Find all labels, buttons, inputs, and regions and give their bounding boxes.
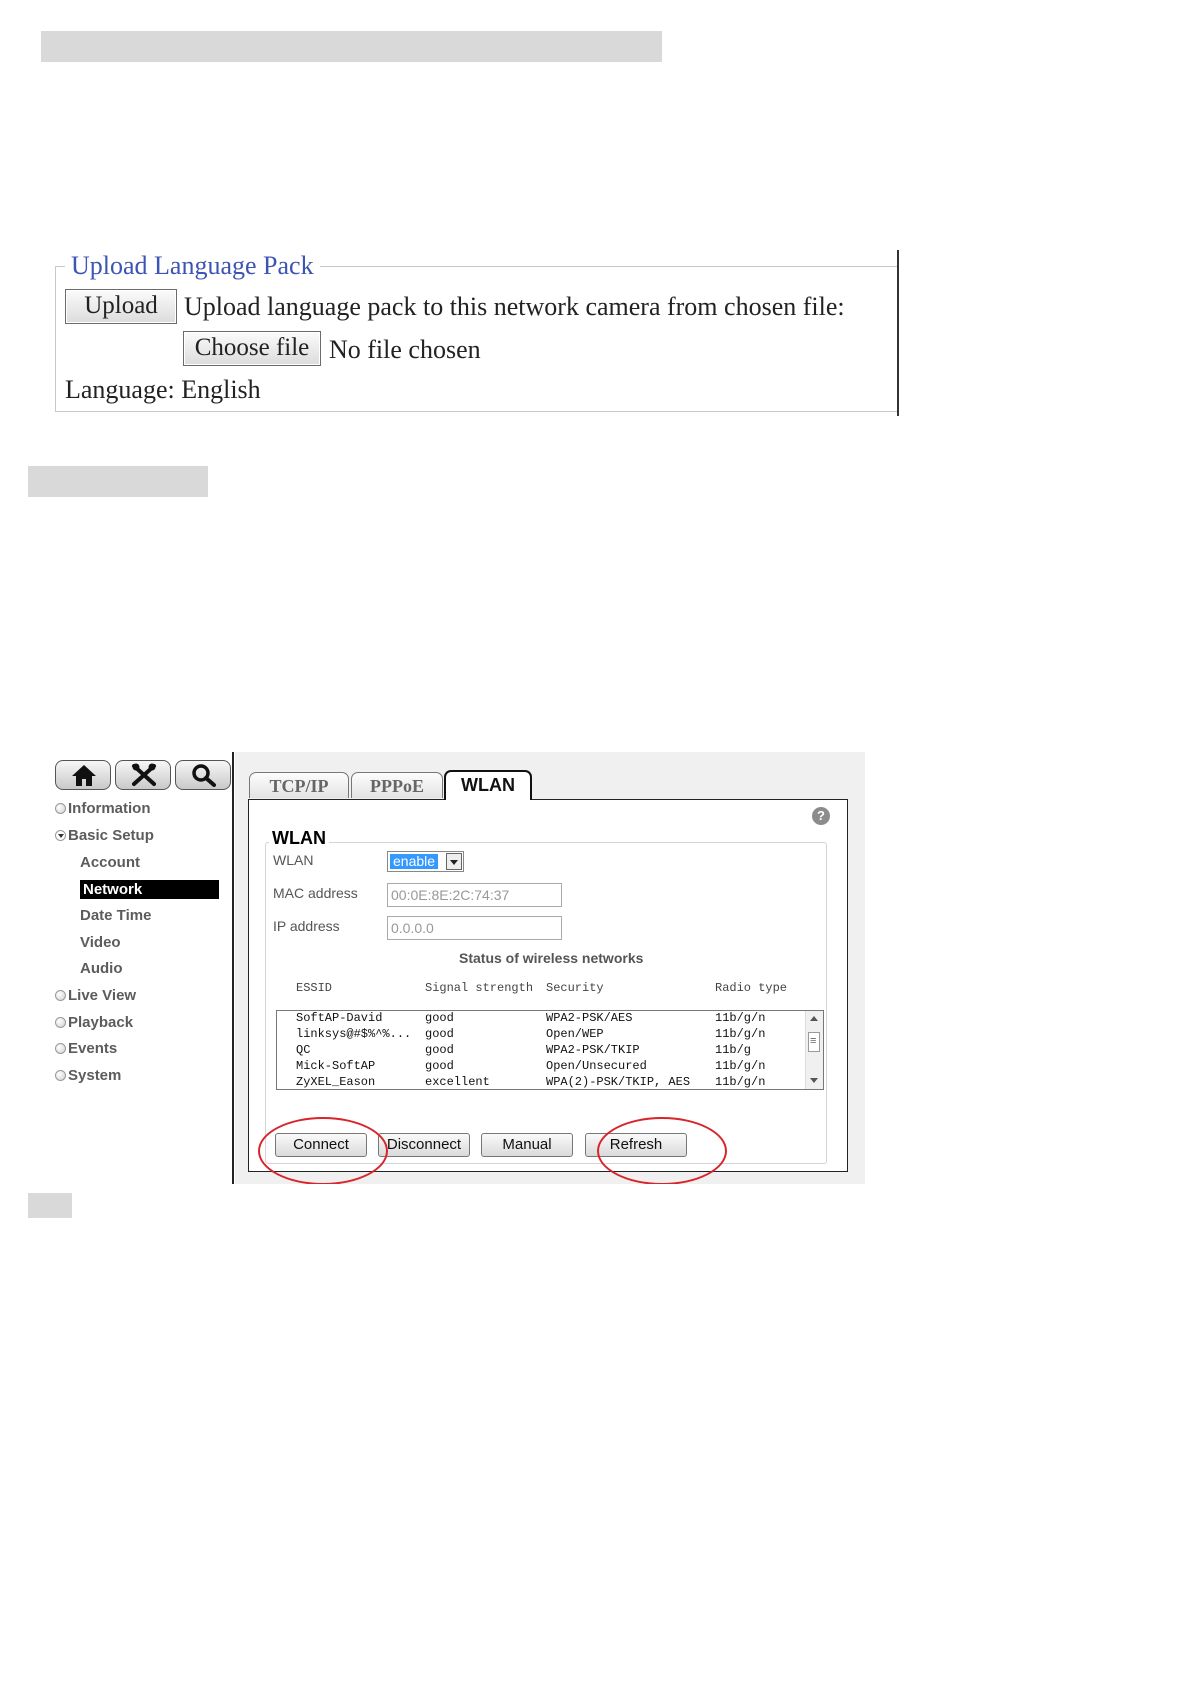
signal-cell: good — [425, 1011, 454, 1025]
radio-cell: 11b/g/n — [715, 1027, 766, 1041]
nav-playback[interactable]: Playback — [55, 1014, 133, 1031]
file-status: No file chosen — [329, 335, 481, 364]
essid-cell: linksys@#$%^%... — [296, 1027, 412, 1041]
nav-events[interactable]: Events — [55, 1040, 117, 1057]
list-scrollbar[interactable] — [805, 1011, 823, 1089]
radio-icon — [55, 1070, 66, 1081]
radio-icon — [55, 803, 66, 814]
ip-address-label: IP address — [273, 918, 340, 934]
tab-wlan[interactable]: WLAN — [444, 770, 532, 800]
nav-system-label: System — [68, 1067, 122, 1084]
sidebar-divider — [232, 752, 234, 1184]
disconnect-button[interactable]: Disconnect — [378, 1133, 470, 1157]
expanded-icon — [55, 830, 66, 841]
camera-wlan-figure: Information Basic Setup Account Network … — [45, 752, 865, 1184]
header-bar-middle — [28, 466, 208, 497]
nav-video[interactable]: Video — [80, 934, 121, 951]
header-bar-bottom — [28, 1193, 72, 1218]
essid-cell: Mick-SoftAP — [296, 1059, 376, 1073]
radio-cell: 11b/g — [715, 1043, 752, 1057]
wlan-select[interactable]: enable — [387, 851, 464, 872]
radio-cell: 11b/g/n — [715, 1075, 766, 1089]
choose-file-button[interactable]: Choose file — [183, 331, 321, 366]
nav-live-view-label: Live View — [68, 987, 137, 1004]
tab-tcp-ip[interactable]: TCP/IP — [249, 772, 349, 798]
search-button[interactable] — [175, 760, 231, 790]
header-bar-top — [41, 31, 662, 62]
scroll-down-icon[interactable] — [810, 1078, 818, 1083]
ip-address-field[interactable]: 0.0.0.0 — [387, 916, 562, 940]
security-cell: Open/WEP — [546, 1027, 604, 1041]
nav-live-view[interactable]: Live View — [55, 987, 136, 1004]
tools-button[interactable] — [115, 760, 171, 790]
column-signal-strength: Signal strength — [425, 981, 534, 995]
list-item[interactable]: QC good WPA2-PSK/TKIP 11b/g — [277, 1043, 807, 1059]
column-radio-type: Radio type — [715, 981, 788, 995]
signal-cell: good — [425, 1027, 454, 1041]
upload-description: Upload language pack to this network cam… — [184, 292, 845, 321]
wireless-status-title: Status of wireless networks — [459, 950, 644, 966]
nav-date-time[interactable]: Date Time — [80, 907, 151, 924]
scroll-up-icon[interactable] — [810, 1016, 818, 1021]
wlan-panel: ? WLAN WLAN enable MAC address 00:0E:8E:… — [248, 799, 848, 1172]
radio-icon — [55, 1017, 66, 1028]
nav-basic-setup[interactable]: Basic Setup — [55, 827, 154, 844]
language-line: Language: English — [65, 375, 261, 404]
nav-information[interactable]: Information — [55, 800, 151, 817]
tab-pppoe[interactable]: PPPoE — [351, 772, 443, 798]
upload-language-pack-figure: Upload Language Pack Upload Upload langu… — [55, 250, 899, 416]
refresh-button[interactable]: Refresh — [585, 1133, 687, 1157]
nav-network[interactable]: Network — [80, 880, 219, 899]
essid-cell: QC — [296, 1043, 311, 1057]
home-icon — [72, 765, 96, 786]
radio-cell: 11b/g/n — [715, 1011, 766, 1025]
nav-account[interactable]: Account — [80, 854, 140, 871]
upload-button[interactable]: Upload — [65, 289, 177, 324]
manual-button[interactable]: Manual — [481, 1133, 573, 1157]
signal-cell: good — [425, 1059, 454, 1073]
tools-icon — [132, 763, 156, 786]
radio-cell: 11b/g/n — [715, 1059, 766, 1073]
help-icon[interactable]: ? — [812, 807, 830, 825]
scroll-thumb[interactable] — [808, 1032, 820, 1052]
column-security: Security — [546, 981, 604, 995]
search-icon — [192, 764, 216, 787]
list-item[interactable]: linksys@#$%^%... good Open/WEP 11b/g/n — [277, 1027, 807, 1043]
list-item[interactable]: Mick-SoftAP good Open/Unsecured 11b/g/n — [277, 1059, 807, 1075]
chevron-down-icon — [446, 853, 462, 870]
essid-cell: ZyXEL_Eason — [296, 1075, 376, 1089]
list-item[interactable]: ZyXEL_Eason excellent WPA(2)-PSK/TKIP, A… — [277, 1075, 807, 1089]
wireless-network-list[interactable]: SoftAP-David good WPA2-PSK/AES 11b/g/n l… — [276, 1010, 824, 1090]
signal-cell: good — [425, 1043, 454, 1057]
wlan-label: WLAN — [273, 852, 314, 868]
security-cell: Open/Unsecured — [546, 1059, 647, 1073]
column-essid: ESSID — [296, 981, 333, 995]
nav-system[interactable]: System — [55, 1067, 121, 1084]
security-cell: WPA2-PSK/TKIP — [546, 1043, 640, 1057]
mac-address-field[interactable]: 00:0E:8E:2C:74:37 — [387, 883, 562, 907]
home-button[interactable] — [55, 760, 111, 790]
figure-edge — [897, 250, 899, 416]
nav-basic-setup-label: Basic Setup — [68, 827, 154, 844]
radio-icon — [55, 1043, 66, 1054]
signal-cell: excellent — [425, 1075, 490, 1089]
essid-cell: SoftAP-David — [296, 1011, 383, 1025]
language-pack-legend: Upload Language Pack — [65, 250, 320, 282]
wlan-legend: WLAN — [269, 828, 329, 849]
security-cell: WPA(2)-PSK/TKIP, AES — [546, 1075, 691, 1089]
security-cell: WPA2-PSK/AES — [546, 1011, 633, 1025]
nav-information-label: Information — [68, 800, 151, 817]
nav-events-label: Events — [68, 1040, 118, 1057]
mac-address-label: MAC address — [273, 885, 358, 901]
nav-playback-label: Playback — [68, 1014, 134, 1031]
list-item[interactable]: SoftAP-David good WPA2-PSK/AES 11b/g/n — [277, 1011, 807, 1027]
wlan-select-value: enable — [390, 854, 439, 869]
nav-audio[interactable]: Audio — [80, 960, 123, 977]
connect-button[interactable]: Connect — [275, 1133, 367, 1157]
radio-icon — [55, 990, 66, 1001]
